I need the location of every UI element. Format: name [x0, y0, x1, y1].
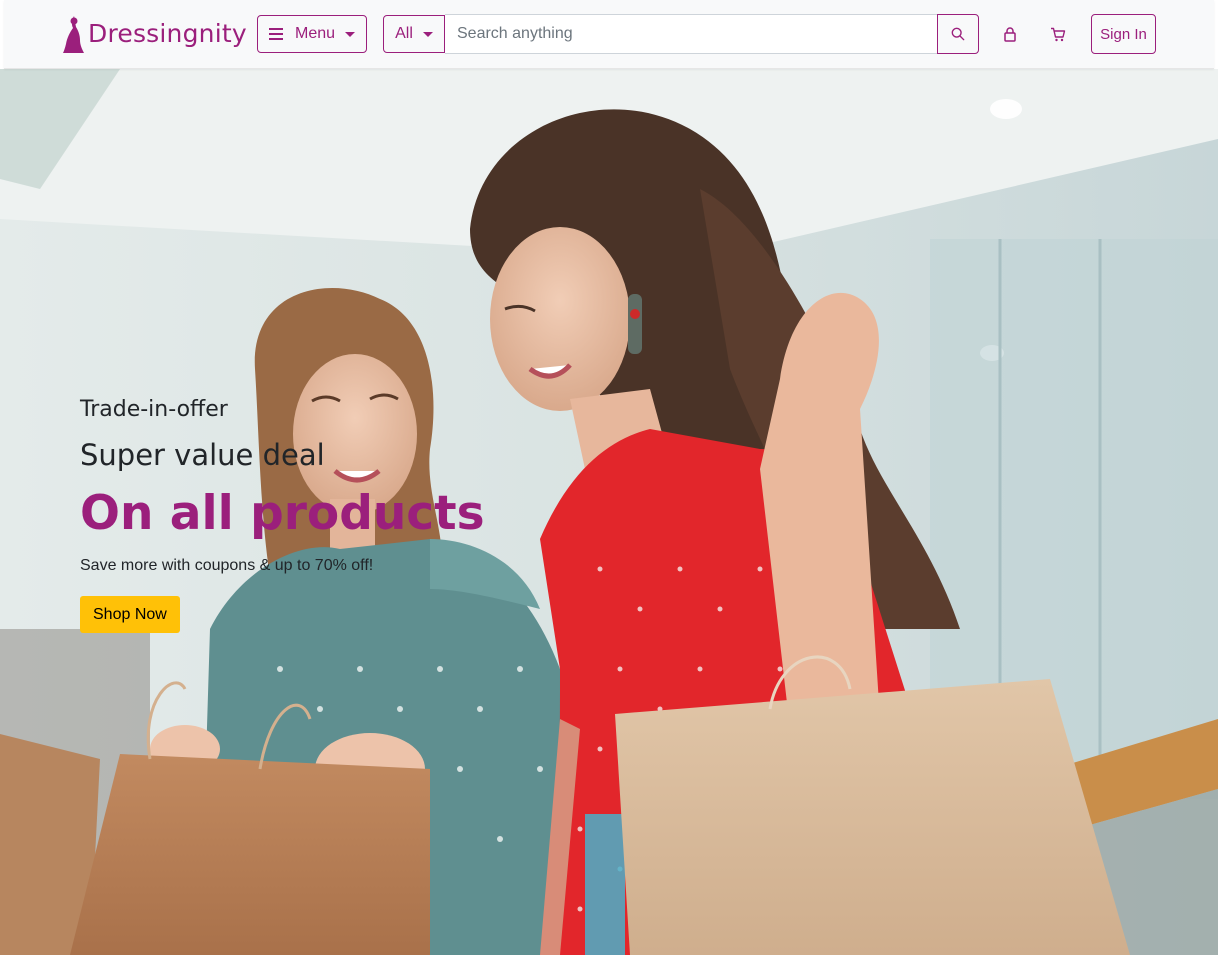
chevron-down-icon — [422, 31, 433, 37]
top-navbar: Dressingnity Menu All Sign In — [4, 0, 1214, 69]
hero-banner: Trade-in-offer Super value deal On all p… — [0, 69, 1218, 955]
hero-text-block: Trade-in-offer Super value deal On all p… — [80, 395, 485, 633]
category-dropdown[interactable]: All — [383, 15, 445, 53]
hamburger-icon — [268, 28, 283, 40]
account-lock-button[interactable] — [995, 19, 1025, 49]
hero-title: On all products — [80, 486, 485, 541]
lock-icon — [1004, 26, 1016, 42]
brand-logo-icon — [63, 16, 84, 53]
cart-icon — [1051, 27, 1066, 41]
chevron-down-icon — [345, 31, 356, 37]
hero-description: Save more with coupons & up to 70% off! — [80, 557, 374, 574]
menu-label: Menu — [294, 25, 336, 42]
brand-logo-link[interactable]: Dressingnity — [62, 14, 247, 54]
search-input[interactable] — [445, 14, 938, 54]
hero-eyebrow: Trade-in-offer — [80, 397, 228, 422]
hero-subtitle: Super value deal — [80, 438, 325, 472]
brand-name: Dressingnity — [88, 19, 247, 48]
search-button[interactable] — [937, 14, 979, 54]
search-icon — [951, 27, 965, 41]
shop-now-button[interactable]: Shop Now — [80, 596, 180, 633]
cart-button[interactable] — [1043, 19, 1073, 49]
sign-in-button[interactable]: Sign In — [1091, 14, 1156, 54]
category-label: All — [395, 25, 413, 42]
menu-button[interactable]: Menu — [257, 15, 367, 53]
